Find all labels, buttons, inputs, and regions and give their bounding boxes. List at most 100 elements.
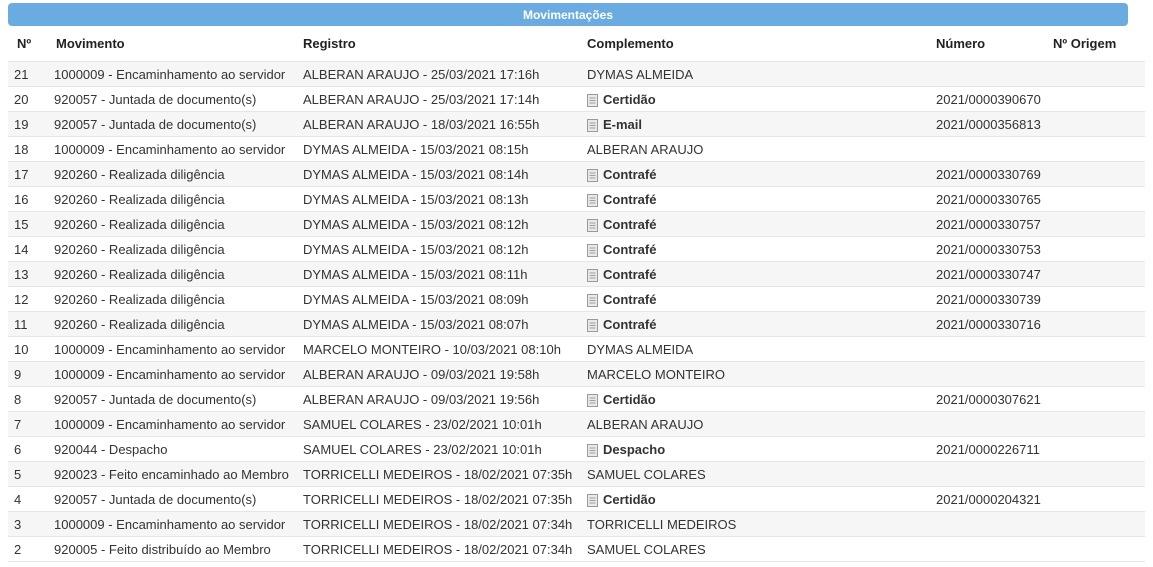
table-row: 5 920023 - Feito encaminhado ao Membro TOR… [8,461,1145,487]
cell-registro: DYMAS ALMEIDA - 15/03/2021 08:12h [303,236,587,262]
table-row: 12 920260 - Realizada diligência DYMAS ALM… [8,286,1145,312]
cell-numero: 2021/0000390670 [936,86,1053,112]
cell-movimento: 920260 - Realizada diligência [48,211,303,237]
document-link[interactable]: Contrafé [603,242,656,257]
column-header-registro[interactable]: Registro [303,26,587,62]
cell-origem [1053,186,1145,212]
cell-registro: DYMAS ALMEIDA - 15/03/2021 08:07h [303,311,587,337]
document-link[interactable]: Contrafé [603,192,656,207]
complemento-text: SAMUEL COLARES [587,466,706,482]
document-link[interactable]: Contrafé [603,167,656,182]
cell-movimento: 1000009 - Encaminhamento ao servidor [48,336,303,362]
cell-numero: 2021/0000330716 [936,311,1053,337]
document-icon[interactable] [587,193,598,207]
document-link[interactable]: E-mail [603,117,642,132]
cell-n: 4 [8,486,48,512]
column-header-n[interactable]: Nº [8,26,48,62]
column-header-origem[interactable]: Nº Origem [1053,26,1145,62]
cell-complemento: Contrafé [587,161,936,187]
document-icon[interactable] [587,118,598,132]
table-row: 15 920260 - Realizada diligência DYMAS ALM… [8,211,1145,237]
cell-registro: DYMAS ALMEIDA - 15/03/2021 08:09h [303,286,587,312]
document-icon[interactable] [587,168,598,182]
table-row: 3 1000009 - Encaminhamento ao servidor TOR… [8,511,1145,537]
cell-origem [1053,536,1145,562]
cell-n: 21 [8,61,48,87]
table-row: 20 920057 - Juntada de documento(s) ALBERA… [8,86,1145,112]
cell-complemento: Certidão [587,386,936,412]
movimentacoes-panel: Movimentações Nº Movimento Registro Comp… [8,3,1145,562]
cell-n: 6 [8,436,48,462]
document-icon[interactable] [587,493,598,507]
cell-movimento: 1000009 - Encaminhamento ao servidor [48,511,303,537]
cell-complemento: Contrafé [587,211,936,237]
document-icon[interactable] [587,268,598,282]
cell-origem [1053,511,1145,537]
document-link[interactable]: Contrafé [603,317,656,332]
cell-complemento: ALBERAN ARAUJO [587,136,936,162]
complemento-text: SAMUEL COLARES [587,541,706,557]
cell-registro: TORRICELLI MEDEIROS - 18/02/2021 07:35h [303,486,587,512]
cell-movimento: 920057 - Juntada de documento(s) [48,111,303,137]
cell-n: 18 [8,136,48,162]
document-icon[interactable] [587,318,598,332]
cell-origem [1053,361,1145,387]
document-icon[interactable] [587,293,598,307]
cell-movimento: 920057 - Juntada de documento(s) [48,386,303,412]
cell-movimento: 1000009 - Encaminhamento ao servidor [48,361,303,387]
cell-n: 16 [8,186,48,212]
cell-origem [1053,411,1145,437]
document-link[interactable]: Despacho [603,442,665,457]
column-header-complemento[interactable]: Complemento [587,26,936,62]
document-link[interactable]: Contrafé [603,267,656,282]
cell-complemento: DYMAS ALMEIDA [587,61,936,87]
table-row: 17 920260 - Realizada diligência DYMAS ALM… [8,161,1145,187]
cell-origem [1053,161,1145,187]
cell-n: 3 [8,511,48,537]
column-header-movimento[interactable]: Movimento [48,26,303,62]
cell-movimento: 920057 - Juntada de documento(s) [48,86,303,112]
cell-origem [1053,486,1145,512]
cell-registro: MARCELO MONTEIRO - 10/03/2021 08:10h [303,336,587,362]
cell-movimento: 920260 - Realizada diligência [48,286,303,312]
document-link[interactable]: Contrafé [603,292,656,307]
cell-complemento: ALBERAN ARAUJO [587,411,936,437]
document-link[interactable]: Certidão [603,392,656,407]
cell-complemento: Contrafé [587,186,936,212]
document-link[interactable]: Certidão [603,92,656,107]
document-icon[interactable] [587,218,598,232]
cell-origem [1053,111,1145,137]
document-icon[interactable] [587,443,598,457]
cell-numero: 2021/0000226711 [936,436,1053,462]
cell-origem [1053,336,1145,362]
cell-n: 2 [8,536,48,562]
cell-movimento: 1000009 - Encaminhamento ao servidor [48,61,303,87]
document-link[interactable]: Contrafé [603,217,656,232]
document-icon[interactable] [587,93,598,107]
column-header-numero[interactable]: Número [936,26,1053,62]
cell-numero [936,361,1053,387]
cell-origem [1053,386,1145,412]
complemento-text: DYMAS ALMEIDA [587,66,694,82]
cell-movimento: 1000009 - Encaminhamento ao servidor [48,411,303,437]
cell-complemento: Despacho [587,436,936,462]
cell-origem [1053,136,1145,162]
table-row: 6 920044 - Despacho SAMUEL COLARES - 23/02… [8,436,1145,462]
document-icon[interactable] [587,243,598,257]
cell-registro: TORRICELLI MEDEIROS - 18/02/2021 07:35h [303,461,587,487]
cell-origem [1053,311,1145,337]
cell-movimento: 920023 - Feito encaminhado ao Membro [48,461,303,487]
cell-origem [1053,86,1145,112]
cell-numero: 2021/0000330765 [936,186,1053,212]
cell-n: 5 [8,461,48,487]
cell-registro: SAMUEL COLARES - 23/02/2021 10:01h [303,411,587,437]
document-icon[interactable] [587,393,598,407]
table-row: 18 1000009 - Encaminhamento ao servidor DY… [8,136,1145,162]
complemento-text: MARCELO MONTEIRO [587,366,725,382]
table-row: 13 920260 - Realizada diligência DYMAS ALM… [8,261,1145,287]
cell-numero: 2021/0000356813 [936,111,1053,137]
table-body: 21 1000009 - Encaminhamento ao servidor AL… [8,61,1145,562]
document-link[interactable]: Certidão [603,492,656,507]
cell-movimento: 1000009 - Encaminhamento ao servidor [48,136,303,162]
cell-movimento: 920005 - Feito distribuído ao Membro [48,536,303,562]
